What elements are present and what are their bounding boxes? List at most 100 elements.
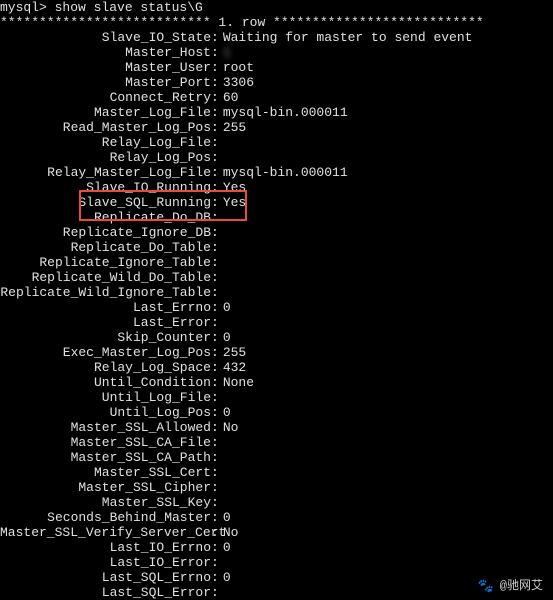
- field-label: Replicate_Ignore_DB: [0, 225, 211, 240]
- status-row: Read_Master_Log_Pos:255: [0, 120, 553, 135]
- field-value: 3306: [219, 75, 254, 90]
- field-value: Waiting for master to send event: [219, 30, 473, 45]
- field-value: [219, 150, 262, 165]
- status-row: Last_SQL_Errno:0: [0, 570, 553, 585]
- status-row: Replicate_Wild_Do_Table:: [0, 270, 553, 285]
- field-value: 0: [219, 510, 231, 525]
- field-value: [219, 555, 223, 570]
- colon: :: [211, 150, 219, 165]
- status-row: Master_SSL_Allowed:No: [0, 420, 553, 435]
- field-label: Master_SSL_CA_Path: [0, 450, 211, 465]
- field-value: 0: [219, 300, 231, 315]
- colon: :: [211, 465, 219, 480]
- status-row: Master_SSL_CA_File:: [0, 435, 553, 450]
- field-label: Replicate_Do_DB: [0, 210, 211, 225]
- colon: :: [211, 90, 219, 105]
- colon: :: [211, 60, 219, 75]
- field-label: Last_SQL_Error: [0, 585, 211, 600]
- field-value: 0: [219, 570, 231, 585]
- field-value: Yes: [219, 180, 246, 195]
- field-value: mysql-bin.000011: [219, 105, 348, 120]
- row-header: *************************** 1. row *****…: [0, 15, 553, 30]
- status-row: Last_IO_Errno:0: [0, 540, 553, 555]
- colon: :: [211, 240, 219, 255]
- field-value: [219, 495, 223, 510]
- status-row: Master_SSL_CA_Path:: [0, 450, 553, 465]
- field-value: [219, 225, 223, 240]
- field-value: No: [219, 420, 239, 435]
- field-label: Master_Port: [0, 75, 211, 90]
- colon: :: [211, 45, 219, 60]
- terminal-output: mysql> show slave status\G *************…: [0, 0, 553, 600]
- colon: :: [211, 180, 219, 195]
- watermark: 🐾 @驰网艾: [478, 579, 543, 594]
- field-label: Master_SSL_CA_File: [0, 435, 211, 450]
- field-label: Master_SSL_Cert: [0, 465, 211, 480]
- colon: :: [211, 285, 219, 300]
- field-value: No: [219, 525, 239, 540]
- colon: :: [211, 30, 219, 45]
- field-value: [219, 255, 223, 270]
- field-label: Last_IO_Errno: [0, 540, 211, 555]
- status-row: Replicate_Ignore_DB:: [0, 225, 553, 240]
- field-label: Replicate_Wild_Ignore_Table: [0, 285, 211, 300]
- field-label: Until_Log_File: [0, 390, 211, 405]
- status-row: Replicate_Do_Table:: [0, 240, 553, 255]
- status-row: Master_Host:1: [0, 45, 553, 60]
- status-row: Last_Errno:0: [0, 300, 553, 315]
- field-value: 0: [219, 540, 231, 555]
- field-value: 1: [219, 45, 324, 60]
- field-label: Relay_Log_Pos: [0, 150, 211, 165]
- field-label: Skip_Counter: [0, 330, 211, 345]
- colon: :: [211, 75, 219, 90]
- field-label: Relay_Log_Space: [0, 360, 211, 375]
- colon: :: [211, 120, 219, 135]
- status-row: Master_SSL_Key:: [0, 495, 553, 510]
- field-label: Exec_Master_Log_Pos: [0, 345, 211, 360]
- field-label: Master_SSL_Allowed: [0, 420, 211, 435]
- colon: :: [211, 510, 219, 525]
- field-label: Relay_Log_File: [0, 135, 211, 150]
- field-label: Master_Host: [0, 45, 211, 60]
- status-row: Relay_Log_Pos:: [0, 150, 553, 165]
- field-label: Slave_SQL_Running: [0, 195, 211, 210]
- colon: :: [211, 540, 219, 555]
- colon: :: [211, 270, 219, 285]
- colon: :: [211, 435, 219, 450]
- colon: :: [211, 405, 219, 420]
- field-value: 432: [219, 360, 246, 375]
- field-label: Slave_IO_Running: [0, 180, 211, 195]
- field-value: [219, 435, 223, 450]
- colon: :: [211, 525, 219, 540]
- status-row: Exec_Master_Log_Pos:255: [0, 345, 553, 360]
- status-row: Master_Log_File:mysql-bin.000011: [0, 105, 553, 120]
- field-value: 60: [219, 90, 239, 105]
- field-label: Master_SSL_Key: [0, 495, 211, 510]
- colon: :: [211, 330, 219, 345]
- status-rows: Slave_IO_State:Waiting for master to sen…: [0, 30, 553, 600]
- field-value: [219, 315, 223, 330]
- status-row: Seconds_Behind_Master:0: [0, 510, 553, 525]
- status-row: Until_Condition:None: [0, 375, 553, 390]
- colon: :: [211, 375, 219, 390]
- field-label: Last_SQL_Errno: [0, 570, 211, 585]
- field-label: Master_User: [0, 60, 211, 75]
- status-row: Relay_Log_Space:432: [0, 360, 553, 375]
- field-value: [219, 480, 223, 495]
- status-row: Slave_SQL_Running:Yes: [0, 195, 553, 210]
- field-value: 255: [219, 120, 246, 135]
- colon: :: [211, 315, 219, 330]
- field-value: root: [219, 60, 254, 75]
- status-row: Last_IO_Error:: [0, 555, 553, 570]
- status-row: Until_Log_File:: [0, 390, 553, 405]
- watermark-text: @驰网艾: [500, 579, 543, 594]
- colon: :: [211, 555, 219, 570]
- field-label: Until_Log_Pos: [0, 405, 211, 420]
- colon: :: [211, 585, 219, 600]
- field-label: Read_Master_Log_Pos: [0, 120, 211, 135]
- status-row: Relay_Master_Log_File:mysql-bin.000011: [0, 165, 553, 180]
- colon: :: [211, 360, 219, 375]
- colon: :: [211, 450, 219, 465]
- status-row: Slave_IO_Running:Yes: [0, 180, 553, 195]
- field-label: Master_SSL_Verify_Server_Cert: [0, 525, 211, 540]
